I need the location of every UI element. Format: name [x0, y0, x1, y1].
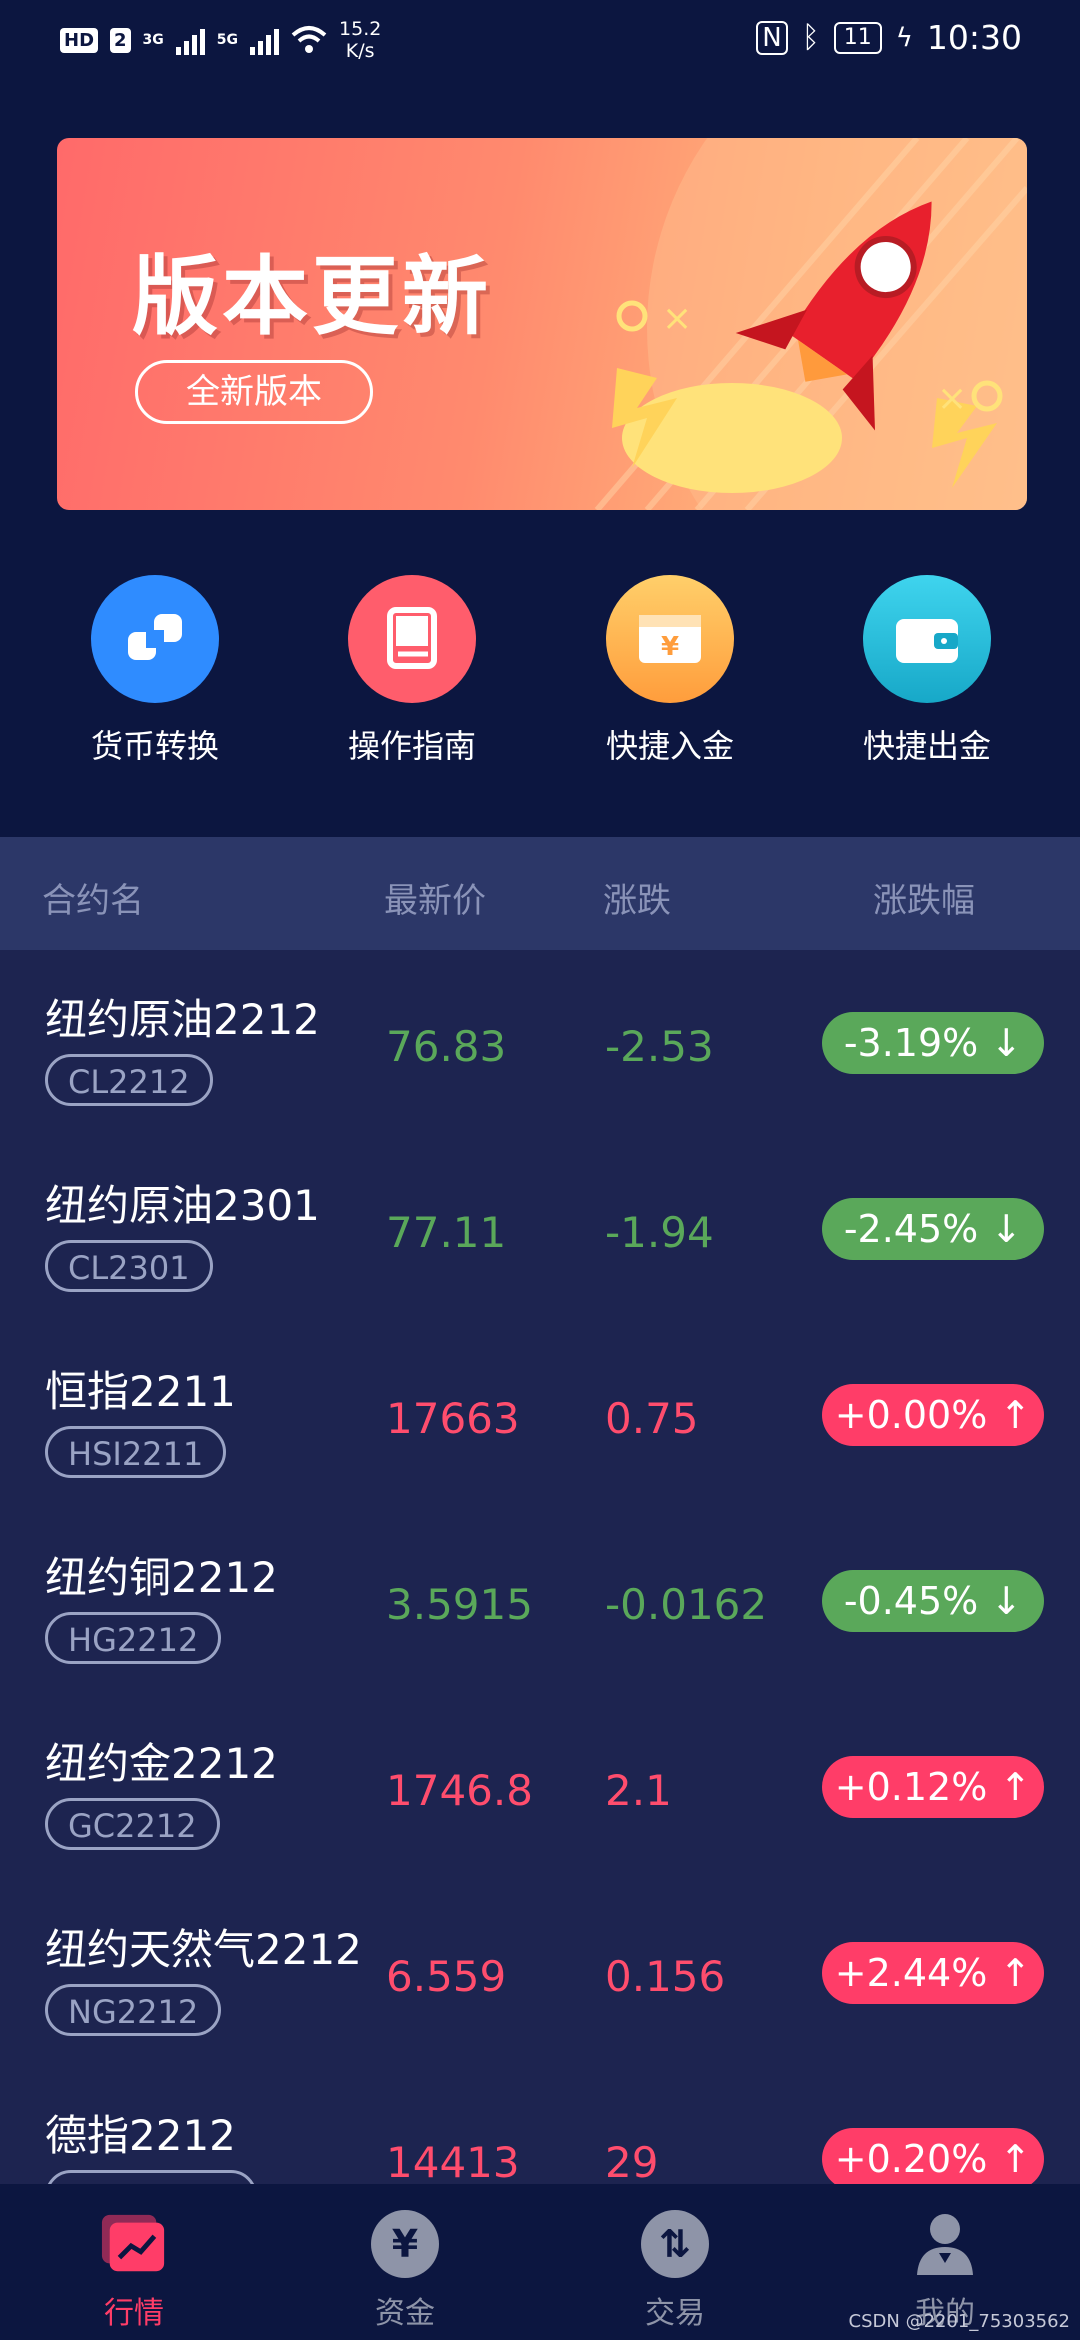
network-type-1: 3G: [142, 32, 164, 48]
update-banner[interactable]: 版本更新 全新版本 × ×: [57, 138, 1027, 510]
latest-price: 3.5915: [386, 1580, 533, 1629]
change-percent-badge: +0.20% ↑: [822, 2128, 1044, 2184]
table-row[interactable]: 纽约原油2301 CL2301 77.11 -1.94 -2.45% ↓: [0, 1136, 1080, 1322]
table-row[interactable]: 纽约金2212 GC2212 1746.8 2.1 +0.12% ↑: [0, 1694, 1080, 1880]
contract-name: 纽约天然气2212: [45, 1925, 362, 1974]
contract-name: 德指2212: [45, 2111, 236, 2160]
table-row[interactable]: 纽约天然气2212 NG2212 6.559 0.156 +2.44% ↑: [0, 1880, 1080, 2066]
quick-currency-exchange[interactable]: 货币转换: [55, 575, 255, 767]
contract-code: CL2301: [45, 1240, 213, 1292]
network-type-2: 5G: [216, 32, 239, 48]
contract-name: 恒指2211: [45, 1367, 236, 1416]
currency-exchange-icon: [91, 575, 219, 703]
header-latest-price: 最新价: [384, 881, 486, 921]
table-row[interactable]: 纽约铜2212 HG2212 3.5915 -0.0162 -0.45% ↓: [0, 1508, 1080, 1694]
nav-tab-funds[interactable]: ¥ 资金: [315, 2210, 495, 2332]
bottom-nav: 行情 ¥ 资金 ⇅ 交易 我的 CSDN @2201_75303562: [0, 2184, 1080, 2340]
sim-indicator: 2: [110, 27, 131, 53]
book-icon: [348, 575, 476, 703]
quick-deposit[interactable]: ¥ 快捷入金: [570, 575, 770, 767]
contract-name: 纽约金2212: [45, 1739, 278, 1788]
latest-price: 6.559: [386, 1952, 507, 2001]
contract-name: 纽约原油2301: [45, 1181, 320, 1230]
change-percent-badge: +2.44% ↑: [822, 1942, 1044, 2004]
change-percent-badge: -2.45% ↓: [822, 1198, 1044, 1260]
net-speed-value: 15.2: [339, 18, 382, 40]
contract-name: 纽约铜2212: [45, 1553, 278, 1602]
nav-tab-trade[interactable]: ⇅ 交易: [585, 2210, 765, 2332]
signal-icon: [175, 25, 205, 55]
banner-title: 版本更新: [132, 247, 492, 347]
net-speed: 15.2 K/s: [339, 18, 381, 62]
price-change: 29: [605, 2138, 659, 2184]
change-percent-badge: +0.00% ↑: [822, 1384, 1044, 1446]
latest-price: 76.83: [386, 1022, 507, 1071]
latest-price: 77.11: [386, 1208, 507, 1257]
contract-code: [45, 2170, 257, 2184]
wifi-icon: [291, 26, 327, 53]
header-change-percent: 涨跌幅: [873, 881, 975, 921]
bluetooth-icon: ᛒ: [801, 20, 820, 55]
change-percent-badge: -3.19% ↓: [822, 1012, 1044, 1074]
nav-tab-market[interactable]: 行情: [44, 2210, 224, 2332]
contract-code: NG2212: [45, 1984, 222, 2036]
yuan-card-icon: ¥: [606, 575, 734, 703]
battery-indicator: 11: [833, 21, 882, 54]
price-change: 2.1: [605, 1766, 672, 1815]
yuan-icon: ¥: [371, 2210, 439, 2278]
rocket-illustration-icon: × ×: [594, 138, 1027, 510]
contract-code: GC2212: [45, 1798, 220, 1850]
net-speed-unit: K/s: [345, 40, 375, 62]
market-list: 纽约原油2212 CL2212 76.83 -2.53 -3.19% ↓ 纽约原…: [0, 950, 1080, 2184]
latest-price: 14413: [386, 2138, 520, 2184]
nfc-icon: N: [756, 20, 788, 55]
svg-text:×: ×: [937, 378, 967, 419]
wallet-icon: [863, 575, 991, 703]
price-change: 0.156: [605, 1952, 726, 2001]
contract-code: HSI2211: [45, 1426, 227, 1478]
change-percent-badge: -0.45% ↓: [822, 1570, 1044, 1632]
quick-label: 货币转换: [90, 727, 219, 765]
contract-code: CL2212: [45, 1054, 213, 1106]
watermark: CSDN @2201_75303562: [848, 2311, 1070, 2332]
market-table-header: 合约名 最新价 涨跌 涨跌幅: [0, 837, 1080, 950]
trade-arrows-icon: ⇅: [641, 2210, 709, 2278]
nav-label: 交易: [645, 2296, 705, 2331]
contract-name: 纽约原油2212: [45, 995, 320, 1044]
latest-price: 17663: [386, 1394, 520, 1443]
status-bar: HD 2 3G 5G 15.2 K/s N ᛒ 11 ϟ 10:30: [0, 0, 1080, 84]
contract-code: HG2212: [45, 1612, 222, 1664]
price-change: 0.75: [605, 1394, 699, 1443]
nav-label: 资金: [375, 2296, 435, 2331]
table-row[interactable]: 恒指2211 HSI2211 17663 0.75 +0.00% ↑: [0, 1322, 1080, 1508]
hd-indicator: HD: [60, 27, 99, 53]
user-icon: [911, 2210, 979, 2278]
banner-new-version-pill[interactable]: 全新版本: [135, 360, 373, 424]
svg-text:×: ×: [662, 298, 692, 339]
quick-label: 快捷入金: [605, 727, 734, 765]
header-change: 涨跌: [603, 881, 671, 921]
price-change: -0.0162: [605, 1580, 768, 1629]
charging-icon: ϟ: [895, 22, 913, 53]
quick-label: 操作指南: [347, 727, 476, 765]
quick-operation-guide[interactable]: 操作指南: [312, 575, 512, 767]
table-row[interactable]: 德指2212 14413 29 +0.20% ↑: [0, 2066, 1080, 2184]
change-percent-badge: +0.12% ↑: [822, 1756, 1044, 1818]
svg-text:¥: ¥: [661, 632, 679, 662]
quick-label: 快捷出金: [862, 727, 991, 765]
clock: 10:30: [926, 18, 1022, 57]
nav-label: 行情: [104, 2296, 164, 2331]
market-chart-icon: [100, 2210, 168, 2278]
latest-price: 1746.8: [386, 1766, 533, 1815]
quick-withdraw[interactable]: 快捷出金: [827, 575, 1027, 767]
price-change: -1.94: [605, 1208, 714, 1257]
signal-icon-2: [250, 25, 280, 55]
header-contract-name: 合约名: [42, 881, 144, 921]
price-change: -2.53: [605, 1022, 714, 1071]
table-row[interactable]: 纽约原油2212 CL2212 76.83 -2.53 -3.19% ↓: [0, 950, 1080, 1136]
quick-actions: 货币转换 操作指南 ¥ 快捷入金 快捷出金: [0, 575, 1080, 775]
